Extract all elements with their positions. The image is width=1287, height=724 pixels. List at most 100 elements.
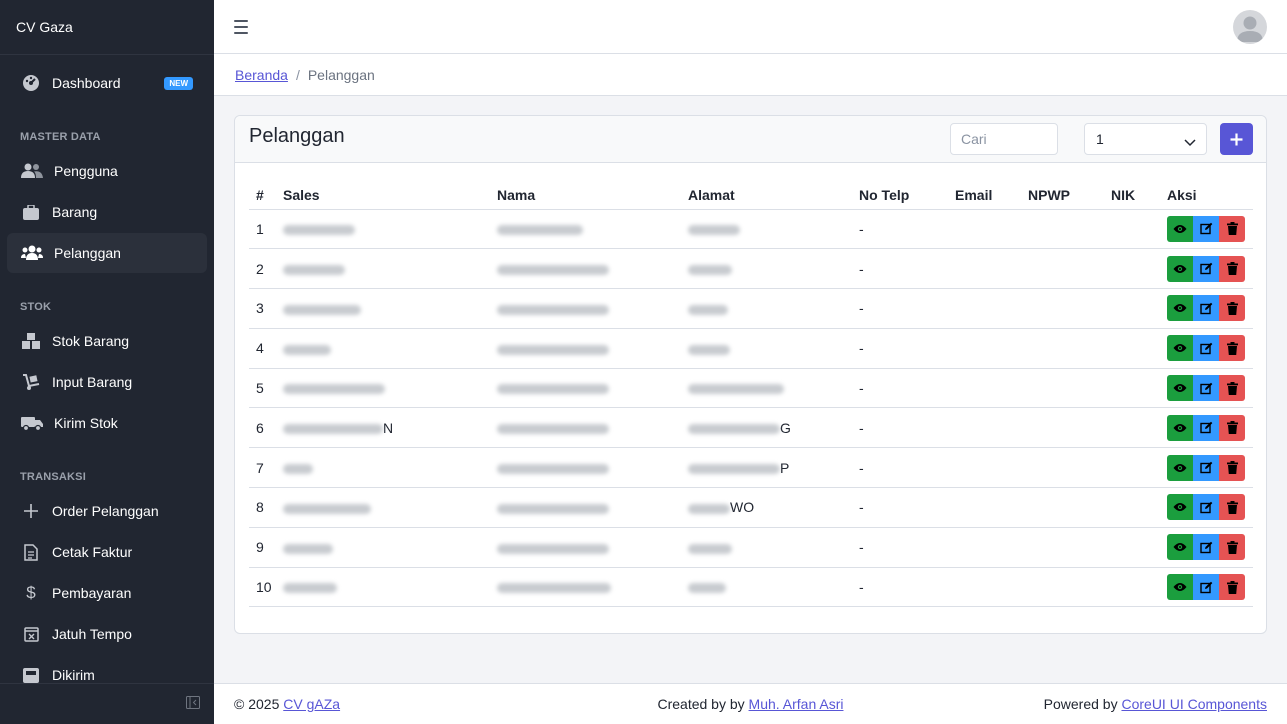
- table-row: 1-: [249, 209, 1253, 250]
- coreui-link[interactable]: CoreUI UI Components: [1121, 696, 1267, 712]
- edit-button[interactable]: [1193, 335, 1219, 362]
- sidebar-item-pelanggan[interactable]: Pelanggan: [7, 233, 207, 273]
- delete-button[interactable]: [1219, 375, 1245, 402]
- edit-button[interactable]: [1193, 414, 1219, 441]
- delete-button[interactable]: [1219, 414, 1245, 441]
- edit-button[interactable]: [1193, 574, 1219, 601]
- sidebar-item-label: Order Pelanggan: [52, 503, 159, 519]
- add-pelanggan-button[interactable]: [1220, 123, 1253, 155]
- card-header: Pelanggan 1: [235, 116, 1266, 163]
- brand-name[interactable]: CV Gaza: [0, 0, 214, 55]
- sidebar-item-stok-barang[interactable]: Stok Barang: [7, 321, 207, 361]
- view-button[interactable]: [1167, 215, 1193, 242]
- trash-icon: [1226, 500, 1238, 514]
- edit-button[interactable]: [1193, 534, 1219, 561]
- page-select[interactable]: 1: [1084, 123, 1207, 155]
- table-row: 10 -: [249, 567, 1253, 608]
- cell-alamat: [681, 288, 852, 329]
- delete-button[interactable]: [1219, 574, 1245, 601]
- redacted-text: [688, 543, 732, 554]
- sidebar-item-label: Pengguna: [54, 163, 118, 179]
- calendar-x-icon: [20, 625, 42, 643]
- row-actions: [1167, 494, 1245, 521]
- sidebar-item-kirim-stok[interactable]: Kirim Stok: [7, 403, 207, 443]
- edit-button[interactable]: [1193, 454, 1219, 481]
- delete-button[interactable]: [1219, 255, 1245, 282]
- cell-nama: [490, 328, 681, 369]
- redacted-text: [688, 304, 728, 315]
- sidebar-item-order-pelanggan[interactable]: Order Pelanggan: [7, 491, 207, 531]
- column-header-nama: Nama: [490, 181, 681, 210]
- edit-button[interactable]: [1193, 255, 1219, 282]
- view-button[interactable]: [1167, 295, 1193, 322]
- search-input[interactable]: [950, 123, 1058, 155]
- eye-icon: [1173, 543, 1187, 552]
- edit-icon: [1199, 262, 1212, 275]
- inbox-icon: [20, 666, 42, 684]
- cell-telp: -: [852, 487, 948, 528]
- user-avatar[interactable]: [1233, 10, 1267, 44]
- eye-icon: [1173, 384, 1187, 393]
- cell-nik: [1104, 567, 1160, 608]
- footer-created-by: Created by by Muh. Arfan Asri: [578, 696, 922, 712]
- edit-button[interactable]: [1193, 215, 1219, 242]
- sidebar-item-label: Cetak Faktur: [52, 544, 133, 560]
- cell-telp: -: [852, 447, 948, 489]
- view-button[interactable]: [1167, 255, 1193, 282]
- edit-button[interactable]: [1193, 494, 1219, 521]
- sidebar-item-input-barang[interactable]: Input Barang: [7, 362, 207, 402]
- breadcrumb-home-link[interactable]: Beranda: [235, 67, 288, 83]
- sidebar-toggler[interactable]: [0, 683, 214, 724]
- view-button[interactable]: [1167, 375, 1193, 402]
- edit-button[interactable]: [1193, 295, 1219, 322]
- cell-alamat: P: [681, 447, 852, 489]
- sidebar-collapse-icon[interactable]: [186, 696, 200, 712]
- cell-no: 4: [249, 328, 276, 369]
- redacted-text: [688, 344, 730, 355]
- menu-toggle-icon[interactable]: [234, 20, 248, 38]
- author-link[interactable]: Muh. Arfan Asri: [749, 696, 844, 712]
- delete-button[interactable]: [1219, 494, 1245, 521]
- redacted-text: [497, 304, 609, 315]
- cell-email: [948, 567, 1021, 608]
- view-button[interactable]: [1167, 454, 1193, 481]
- edit-button[interactable]: [1193, 375, 1219, 402]
- edit-icon: [1199, 302, 1212, 315]
- cell-no: 3: [249, 288, 276, 329]
- delete-button[interactable]: [1219, 215, 1245, 242]
- cell-alamat: [681, 368, 852, 409]
- cell-telp: -: [852, 567, 948, 608]
- cell-npwp: [1021, 527, 1104, 568]
- cell-nik: [1104, 368, 1160, 409]
- footer-copyright: © 2025 CV gAZa: [234, 696, 578, 712]
- cell-npwp: [1021, 328, 1104, 369]
- sidebar-item-jatuh-tempo[interactable]: Jatuh Tempo: [7, 614, 207, 654]
- redacted-text: [283, 304, 361, 315]
- table-row: 9-: [249, 527, 1253, 568]
- cell-sales: [276, 368, 490, 409]
- view-button[interactable]: [1167, 414, 1193, 441]
- delete-button[interactable]: [1219, 295, 1245, 322]
- cell-npwp: [1021, 567, 1104, 608]
- sidebar-item-barang[interactable]: Barang: [7, 192, 207, 232]
- company-link[interactable]: CV gAZa: [283, 696, 340, 712]
- delete-button[interactable]: [1219, 454, 1245, 481]
- cell-no: 8: [249, 487, 276, 528]
- cell-email: [948, 527, 1021, 568]
- dollar-icon: $: [26, 583, 36, 602]
- sidebar-item-cetak-faktur[interactable]: Cetak Faktur: [7, 532, 207, 572]
- edit-icon: [1199, 541, 1212, 553]
- cell-no: 6: [249, 407, 276, 449]
- redacted-text: [497, 424, 609, 435]
- sidebar-item-pembayaran[interactable]: $ Pembayaran: [7, 573, 207, 613]
- view-button[interactable]: [1167, 335, 1193, 362]
- view-button[interactable]: [1167, 574, 1193, 601]
- cell-email: [948, 447, 1021, 489]
- view-button[interactable]: [1167, 494, 1193, 521]
- sidebar-item-pengguna[interactable]: Pengguna: [7, 151, 207, 191]
- view-button[interactable]: [1167, 534, 1193, 561]
- delete-button[interactable]: [1219, 335, 1245, 362]
- sidebar-item-dashboard[interactable]: Dashboard NEW: [7, 63, 207, 103]
- delete-button[interactable]: [1219, 534, 1245, 561]
- sidebar-item-label: Kirim Stok: [54, 415, 118, 431]
